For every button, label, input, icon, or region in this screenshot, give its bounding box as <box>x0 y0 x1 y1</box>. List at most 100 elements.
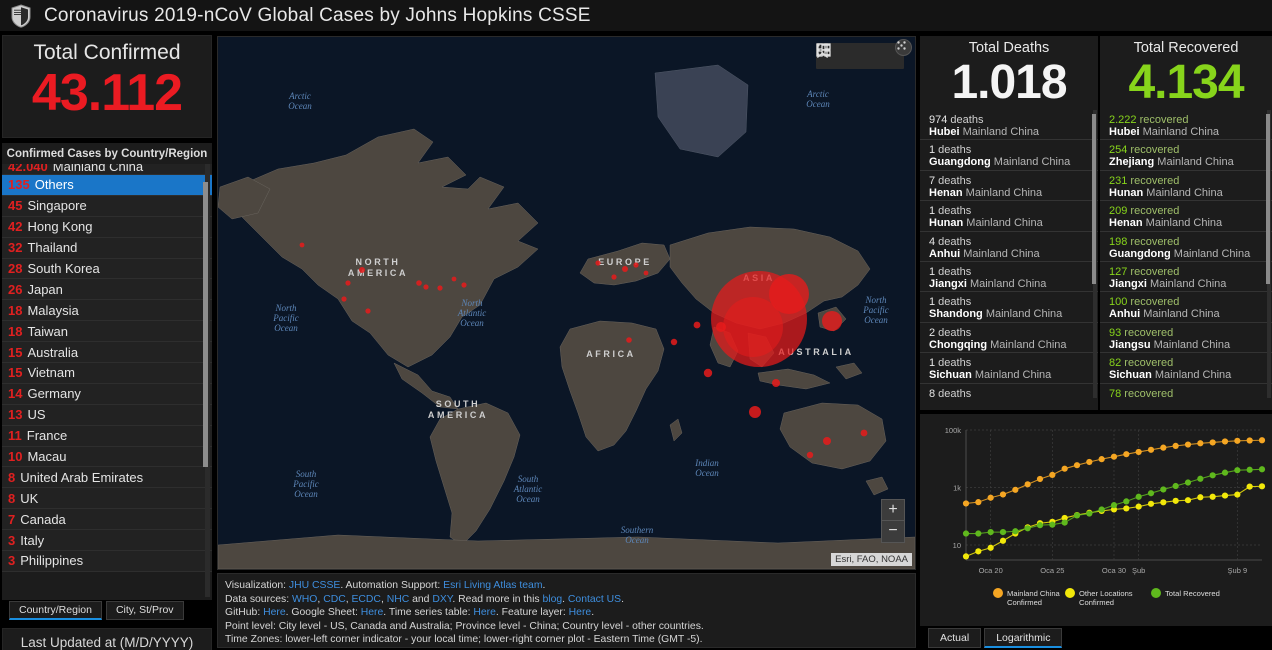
country-list-scrollbar-thumb[interactable] <box>203 182 208 467</box>
region-stat-row[interactable]: 93 recoveredJiangsu Mainland China <box>1100 323 1272 353</box>
chart-scale-tab[interactable]: Logarithmic <box>984 628 1062 648</box>
credits-text: . <box>621 594 624 605</box>
region-stat-row[interactable]: 974 deathsHubei Mainland China <box>920 110 1098 140</box>
region-stat-row[interactable]: 82 recoveredSichuan Mainland China <box>1100 353 1272 383</box>
region-stat-row[interactable]: 1 deathsShandong Mainland China <box>920 292 1098 322</box>
country-row[interactable]: 3Italy <box>2 530 212 551</box>
credits-link[interactable]: Here <box>361 607 384 618</box>
country-row[interactable]: 14Germany <box>2 384 212 405</box>
deaths-by-region-list[interactable]: 974 deathsHubei Mainland China1 deathsGu… <box>920 110 1098 398</box>
credits-link[interactable]: DXY <box>432 594 452 605</box>
expand-icon <box>896 40 907 51</box>
country-row[interactable]: 18Taiwan <box>2 321 212 342</box>
region-stat-unit: recovered <box>1127 236 1179 248</box>
credits-link[interactable]: blog <box>542 594 562 605</box>
region-stat-row[interactable]: 2.222 recoveredHubei Mainland China <box>1100 110 1272 140</box>
region-name: Guangdong <box>1109 248 1171 260</box>
region-stat-row[interactable]: 1 deathsGuangdong Mainland China <box>920 140 1098 170</box>
level-tab[interactable]: Country/Region <box>9 601 102 620</box>
region-stat-row[interactable]: 254 recoveredZhejiang Mainland China <box>1100 140 1272 170</box>
map-tool-bar[interactable] <box>816 43 904 69</box>
country-row[interactable]: 7Canada <box>2 509 212 530</box>
last-updated-panel: Last Updated at (M/D/YYYY) 2/11/2020 11:… <box>2 628 212 650</box>
country-list[interactable]: 42.040Mainland China135Others45Singapore… <box>2 164 212 597</box>
region-list-scrollbar-track[interactable] <box>1267 110 1271 398</box>
zoom-in-button[interactable]: + <box>882 500 904 521</box>
credits-link[interactable]: Here <box>569 607 592 618</box>
ocean-label: Atlantic <box>457 308 487 318</box>
region-stat-row[interactable]: 7 deathsHenan Mainland China <box>920 171 1098 201</box>
country-row[interactable]: 10Macau <box>2 447 212 468</box>
chart-data-point <box>988 545 994 551</box>
level-tab[interactable]: City, St/Prov <box>106 601 184 620</box>
credits-link[interactable]: WHO <box>292 594 317 605</box>
region-stat-location: Jiangxi Mainland China <box>929 278 1091 291</box>
region-country: Mainland China <box>983 308 1063 320</box>
country-list-scrollbar-track[interactable] <box>205 164 210 597</box>
credits-link[interactable]: JHU CSSE <box>289 580 340 591</box>
country-row[interactable]: 135Others <box>2 175 212 196</box>
country-row-name: Macau <box>27 449 66 464</box>
credits-link[interactable]: Contact US <box>568 594 621 605</box>
map-zoom-controls[interactable]: + − <box>881 499 905 543</box>
ocean-label: Indian <box>694 458 719 468</box>
zoom-out-button[interactable]: − <box>882 521 904 542</box>
credits-link[interactable]: Here <box>263 607 286 618</box>
recovered-by-region-list[interactable]: 2.222 recoveredHubei Mainland China254 r… <box>1100 110 1272 398</box>
region-stat-row[interactable]: 100 recoveredAnhui Mainland China <box>1100 292 1272 322</box>
credits-text: . <box>591 607 594 618</box>
y-axis-tick-label: 100k <box>945 426 962 435</box>
region-stat-row[interactable]: 198 recoveredGuangdong Mainland China <box>1100 232 1272 262</box>
country-row[interactable]: 45Singapore <box>2 196 212 217</box>
region-country: Mainland China <box>963 187 1043 199</box>
legend-button[interactable] <box>847 45 873 67</box>
credits-link[interactable]: Esri Living Atlas team <box>443 580 542 591</box>
region-list-scrollbar-thumb[interactable] <box>1266 114 1270 284</box>
credits-text: . Google Sheet: <box>286 607 361 618</box>
country-row[interactable]: 8United Arab Emirates <box>2 467 212 488</box>
legend-label: Confirmed <box>1079 598 1114 607</box>
region-stat-row[interactable]: 1 deathsJiangxi Mainland China <box>920 262 1098 292</box>
credits-link[interactable]: CDC <box>323 594 346 605</box>
region-stat-row[interactable]: 1 deathsHunan Mainland China <box>920 201 1098 231</box>
world-map[interactable]: ArcticOceanArcticOceanNorthPacificOceanN… <box>217 36 916 570</box>
credits-link[interactable]: ECDC <box>351 594 380 605</box>
country-row[interactable]: 42Hong Kong <box>2 217 212 238</box>
region-stat-row[interactable]: 127 recoveredJiangxi Mainland China <box>1100 262 1272 292</box>
country-row[interactable]: 13US <box>2 405 212 426</box>
ocean-label: Pacific <box>272 313 299 323</box>
country-row[interactable]: 15Vietnam <box>2 363 212 384</box>
region-country: Mainland China <box>1140 308 1220 320</box>
country-row[interactable]: 32Thailand <box>2 238 212 259</box>
region-stat-row[interactable]: 209 recoveredHenan Mainland China <box>1100 201 1272 231</box>
country-row[interactable]: 18Malaysia <box>2 300 212 321</box>
region-list-scrollbar-thumb[interactable] <box>1092 114 1096 284</box>
country-row[interactable]: 8UK <box>2 488 212 509</box>
region-stat-row[interactable]: 231 recoveredHunan Mainland China <box>1100 171 1272 201</box>
region-stat-row[interactable]: 1 deathsSichuan Mainland China <box>920 353 1098 383</box>
country-row[interactable]: 28South Korea <box>2 259 212 280</box>
chart-scale-tab[interactable]: Actual <box>928 628 981 648</box>
country-row[interactable]: 3Philippines <box>2 551 212 572</box>
region-stat-row[interactable]: 4 deathsAnhui Mainland China <box>920 232 1098 262</box>
region-stat-row[interactable]: 78 recoveredShandong Mainland China <box>1100 384 1272 398</box>
basemap-grid-icon <box>816 43 831 57</box>
country-row[interactable]: 15Australia <box>2 342 212 363</box>
region-stat-row[interactable]: 2 deathsChongqing Mainland China <box>920 323 1098 353</box>
credits-line: Time Zones: lower-left corner indicator … <box>225 633 908 647</box>
region-stat-row[interactable]: 8 deathsHeilongjiang Mainland China <box>920 384 1098 398</box>
region-country: Mainland China <box>1171 248 1251 260</box>
total-deaths-panel: Total Deaths 1.018 974 deathsHubei Mainl… <box>920 36 1098 410</box>
country-row[interactable]: 42.040Mainland China <box>2 164 212 175</box>
country-row-name: Italy <box>20 533 44 548</box>
region-stat-unit: recovered <box>1121 327 1173 339</box>
country-row[interactable]: 11France <box>2 426 212 447</box>
country-row[interactable]: 26Japan <box>2 279 212 300</box>
ocean-label: Ocean <box>288 101 312 111</box>
country-row-count: 18 <box>8 303 22 318</box>
region-list-scrollbar-track[interactable] <box>1093 110 1097 398</box>
region-stat-location: Henan Mainland China <box>929 187 1091 200</box>
credits-link[interactable]: NHC <box>387 594 410 605</box>
expand-button[interactable] <box>895 39 912 56</box>
credits-link[interactable]: Here <box>473 607 496 618</box>
